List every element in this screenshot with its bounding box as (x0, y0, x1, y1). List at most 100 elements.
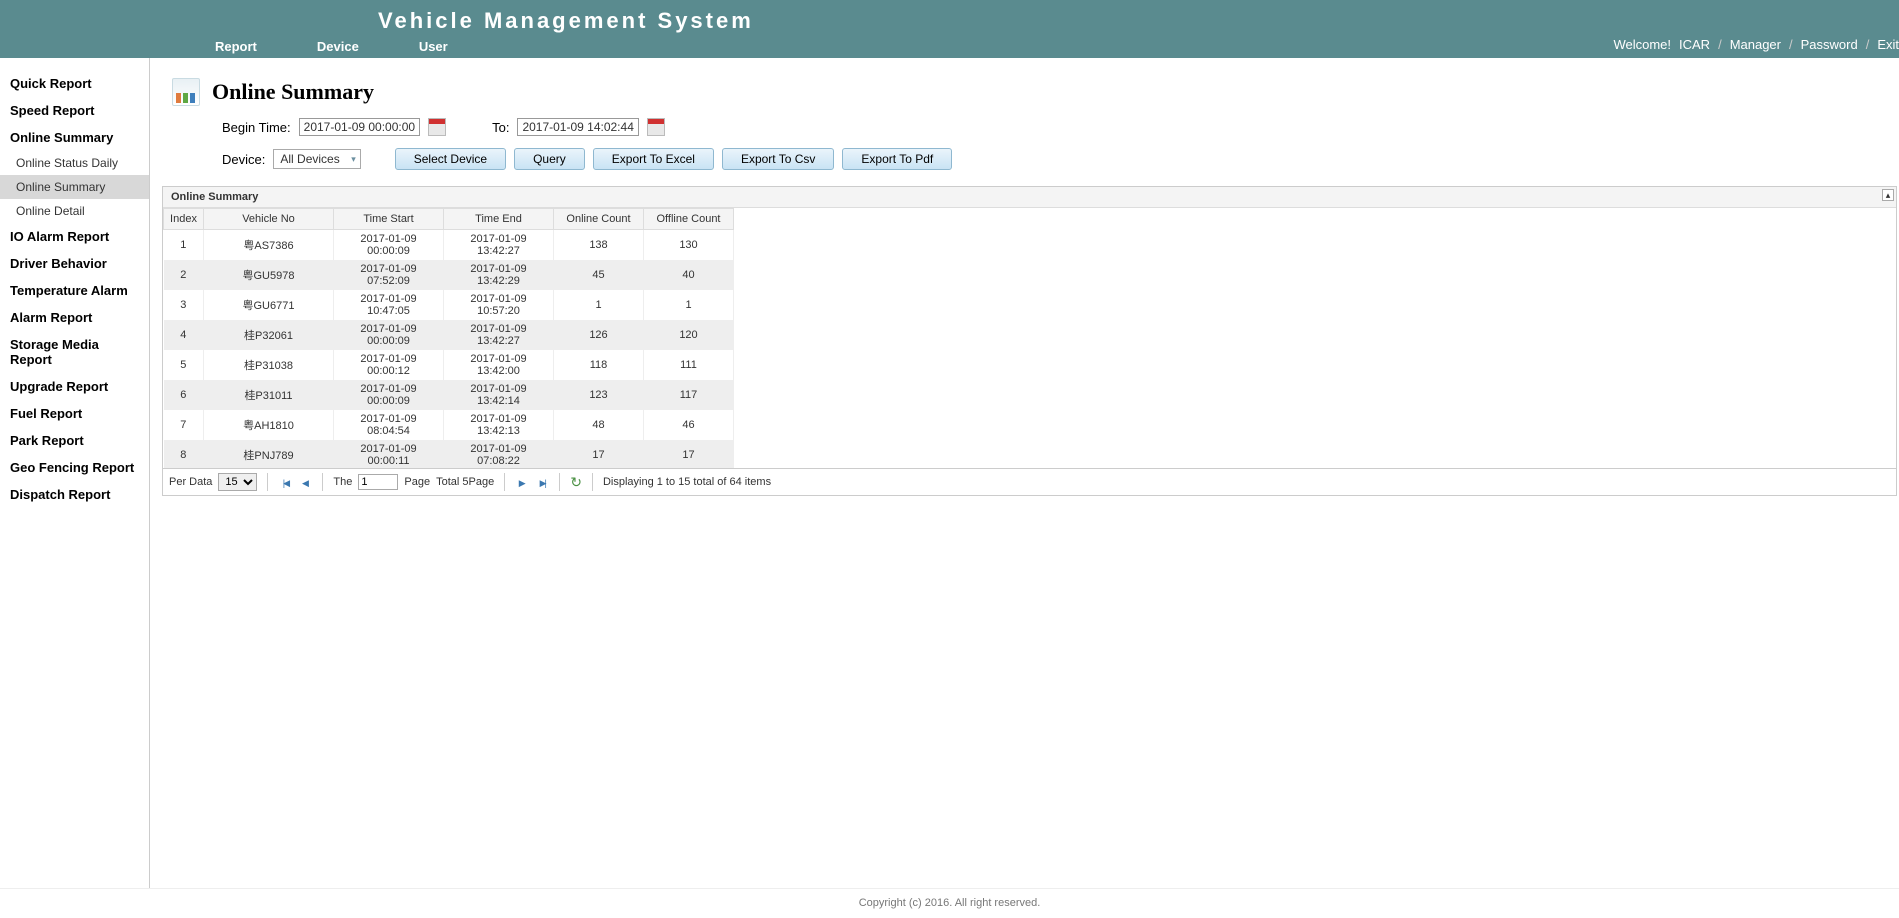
welcome-role[interactable]: Manager (1730, 37, 1781, 52)
cell: 1 (164, 230, 204, 261)
table-row[interactable]: 8桂PNJ7892017-01-09 00:00:112017-01-09 07… (164, 440, 734, 468)
sidebar-item-geo-fencing-report[interactable]: Geo Fencing Report (0, 454, 149, 481)
cell: 2017-01-09 00:00:09 (334, 320, 444, 350)
cell: 4 (164, 320, 204, 350)
sidebar-item-upgrade-report[interactable]: Upgrade Report (0, 373, 149, 400)
sidebar-item-online-summary[interactable]: Online Summary (0, 124, 149, 151)
pager-first-button[interactable] (278, 475, 292, 489)
sidebar-item-dispatch-report[interactable]: Dispatch Report (0, 481, 149, 508)
col-time-start[interactable]: Time Start (334, 209, 444, 230)
page-title: Online Summary (212, 79, 374, 105)
sidebar-item-online-summary[interactable]: Online Summary (0, 175, 149, 199)
footer: Copyright (c) 2016. All right reserved. (0, 888, 1899, 917)
content-area: Online Summary Begin Time: 2017-01-09 00… (150, 58, 1899, 888)
grid-scroll[interactable]: IndexVehicle NoTime StartTime EndOnline … (163, 208, 1896, 468)
sidebar-item-driver-behavior[interactable]: Driver Behavior (0, 250, 149, 277)
cell: 桂P31038 (204, 350, 334, 380)
cell: 8 (164, 440, 204, 468)
sidebar-item-online-status-daily[interactable]: Online Status Daily (0, 151, 149, 175)
col-online-count[interactable]: Online Count (554, 209, 644, 230)
per-page-select[interactable]: 15 (218, 473, 257, 491)
cell: 48 (554, 410, 644, 440)
cell: 粤GU5978 (204, 260, 334, 290)
table-row[interactable]: 6桂P310112017-01-09 00:00:092017-01-09 13… (164, 380, 734, 410)
per-data-label: Per Data (169, 476, 212, 488)
sidebar-item-speed-report[interactable]: Speed Report (0, 97, 149, 124)
export-excel-button[interactable]: Export To Excel (593, 148, 714, 170)
page-head: Online Summary (162, 68, 1899, 112)
grid-header-row: IndexVehicle NoTime StartTime EndOnline … (164, 209, 734, 230)
table-row[interactable]: 7粤AH18102017-01-09 08:04:542017-01-09 13… (164, 410, 734, 440)
pager-divider (559, 473, 560, 491)
page-label: Page (404, 476, 430, 488)
welcome-user[interactable]: ICAR (1679, 37, 1710, 52)
pager-next-button[interactable] (515, 475, 529, 489)
col-index[interactable]: Index (164, 209, 204, 230)
nav-user[interactable]: User (419, 39, 448, 54)
sidebar-item-quick-report[interactable]: Quick Report (0, 70, 149, 97)
pager-divider (504, 473, 505, 491)
sidebar: Quick ReportSpeed ReportOnline SummaryOn… (0, 58, 150, 888)
pager-divider (322, 473, 323, 491)
select-device-button[interactable]: Select Device (395, 148, 506, 170)
cell: 桂P32061 (204, 320, 334, 350)
cell: 2017-01-09 08:04:54 (334, 410, 444, 440)
page-number-input[interactable] (358, 474, 398, 490)
sidebar-item-park-report[interactable]: Park Report (0, 427, 149, 454)
pager-last-button[interactable] (535, 475, 549, 489)
cell: 45 (554, 260, 644, 290)
filter-row-time: Begin Time: 2017-01-09 00:00:00 To: 2017… (162, 112, 1899, 142)
cell: 40 (644, 260, 734, 290)
to-time-input[interactable]: 2017-01-09 14:02:44 (517, 118, 638, 136)
cell: 桂P31011 (204, 380, 334, 410)
cell: 粤AS7386 (204, 230, 334, 261)
collapse-icon[interactable]: ▴ (1882, 189, 1894, 201)
calendar-icon[interactable] (647, 118, 665, 136)
the-label: The (333, 476, 352, 488)
device-label: Device: (222, 152, 265, 167)
table-row[interactable]: 3粤GU67712017-01-09 10:47:052017-01-09 10… (164, 290, 734, 320)
pager-prev-button[interactable] (298, 475, 312, 489)
sidebar-item-temperature-alarm[interactable]: Temperature Alarm (0, 277, 149, 304)
cell: 2017-01-09 10:47:05 (334, 290, 444, 320)
export-csv-button[interactable]: Export To Csv (722, 148, 834, 170)
total-pages-label: Total 5Page (436, 476, 494, 488)
nav-report[interactable]: Report (215, 39, 257, 54)
table-row[interactable]: 4桂P320612017-01-09 00:00:092017-01-09 13… (164, 320, 734, 350)
copyright-text: Copyright (c) 2016. All right reserved. (859, 897, 1041, 909)
sidebar-item-storage-media-report[interactable]: Storage Media Report (0, 331, 149, 373)
pager-divider (592, 473, 593, 491)
separator: / (1789, 37, 1793, 52)
table-row[interactable]: 2粤GU59782017-01-09 07:52:092017-01-09 13… (164, 260, 734, 290)
cell: 2017-01-09 13:42:29 (444, 260, 554, 290)
calendar-icon[interactable] (428, 118, 446, 136)
cell: 粤GU6771 (204, 290, 334, 320)
sidebar-item-fuel-report[interactable]: Fuel Report (0, 400, 149, 427)
report-icon (172, 78, 200, 106)
sidebar-item-online-detail[interactable]: Online Detail (0, 199, 149, 223)
cell: 117 (644, 380, 734, 410)
begin-time-input[interactable]: 2017-01-09 00:00:00 (299, 118, 420, 136)
sidebar-item-io-alarm-report[interactable]: IO Alarm Report (0, 223, 149, 250)
password-link[interactable]: Password (1801, 37, 1858, 52)
cell: 17 (644, 440, 734, 468)
cell: 2017-01-09 13:42:27 (444, 230, 554, 261)
pager-divider (267, 473, 268, 491)
col-vehicle-no[interactable]: Vehicle No (204, 209, 334, 230)
query-button[interactable]: Query (514, 148, 585, 170)
col-time-end[interactable]: Time End (444, 209, 554, 230)
nav-device[interactable]: Device (317, 39, 359, 54)
sidebar-item-alarm-report[interactable]: Alarm Report (0, 304, 149, 331)
app-title: Vehicle Management System (378, 8, 754, 34)
exit-link[interactable]: Exit (1877, 37, 1899, 52)
export-pdf-button[interactable]: Export To Pdf (842, 148, 952, 170)
cell: 3 (164, 290, 204, 320)
refresh-icon[interactable]: ↻ (570, 474, 582, 491)
begin-time-label: Begin Time: (222, 120, 291, 135)
data-grid: IndexVehicle NoTime StartTime EndOnline … (163, 208, 734, 468)
table-row[interactable]: 1粤AS73862017-01-09 00:00:092017-01-09 13… (164, 230, 734, 261)
col-offline-count[interactable]: Offline Count (644, 209, 734, 230)
table-row[interactable]: 5桂P310382017-01-09 00:00:122017-01-09 13… (164, 350, 734, 380)
welcome-label: Welcome! (1613, 37, 1671, 52)
device-select[interactable]: All Devices (273, 149, 360, 169)
